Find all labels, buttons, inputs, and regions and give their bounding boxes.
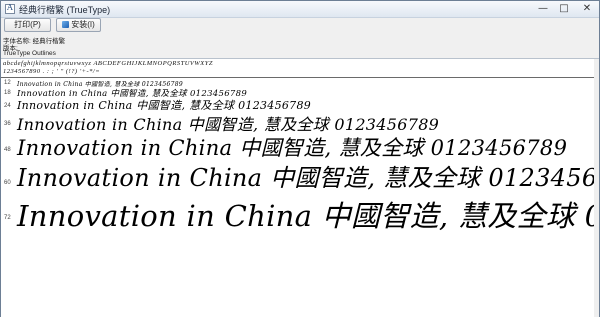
sample-row-48: 48 Innovation in China 中國智造, 慧及全球 012345…: [1, 132, 599, 160]
maximize-button[interactable]: □: [554, 1, 574, 16]
size-label: 48: [4, 147, 11, 153]
title-bar[interactable]: 经典行楷繁 (TrueType) — □ ✕: [1, 1, 599, 18]
size-label: 18: [4, 90, 11, 96]
window-title: 经典行楷繁 (TrueType): [19, 5, 111, 15]
charset-digits-symbols: 1234567890 . : ; ' " (!?) '+-*/=: [3, 68, 101, 75]
font-file-icon: [5, 3, 15, 14]
outline-type-line: TrueType Outlines: [3, 50, 56, 57]
size-label: 12: [4, 80, 11, 86]
size-label: 60: [4, 180, 11, 186]
charset-letters: abcdefghijklmnopqrstuvwxyz ABCDEFGHIJKLM…: [3, 60, 213, 67]
sample-row-36: 36 Innovation in China 中國智造, 慧及全球 012345…: [1, 111, 599, 134]
vertical-scrollbar[interactable]: [594, 59, 599, 317]
font-preview-area[interactable]: abcdefghijklmnopqrstuvwxyz ABCDEFGHIJKLM…: [1, 58, 599, 318]
size-label: 24: [4, 103, 11, 109]
size-label: 72: [4, 215, 11, 221]
font-viewer-window: 经典行楷繁 (TrueType) — □ ✕ 打印(P) 安装(I) 字体名称:…: [0, 0, 600, 318]
install-button[interactable]: 安装(I): [56, 18, 101, 32]
print-button-label: 打印(P): [14, 20, 41, 29]
install-button-label: 安装(I): [71, 20, 95, 29]
size-label: 36: [4, 121, 11, 127]
sample-row-72: 72 Innovation in China 中國智造, 慧及全球 012345…: [1, 193, 599, 237]
close-button[interactable]: ✕: [575, 1, 599, 16]
toolbar: 打印(P) 安装(I): [1, 18, 599, 34]
sample-row-60: 60 Innovation in China 中國智造, 慧及全球 012345…: [1, 158, 599, 192]
font-info-panel: 字体名称: 经典行楷繁 版本: TrueType Outlines: [1, 35, 599, 57]
sample-text: Innovation in China 中國智造, 慧及全球 012345678…: [17, 199, 599, 233]
shield-icon: [62, 21, 70, 28]
preview-divider: [1, 77, 599, 78]
minimize-button[interactable]: —: [533, 1, 553, 16]
print-button[interactable]: 打印(P): [4, 18, 51, 32]
sample-text: Innovation in China 中國智造, 慧及全球 012345678…: [17, 164, 599, 192]
